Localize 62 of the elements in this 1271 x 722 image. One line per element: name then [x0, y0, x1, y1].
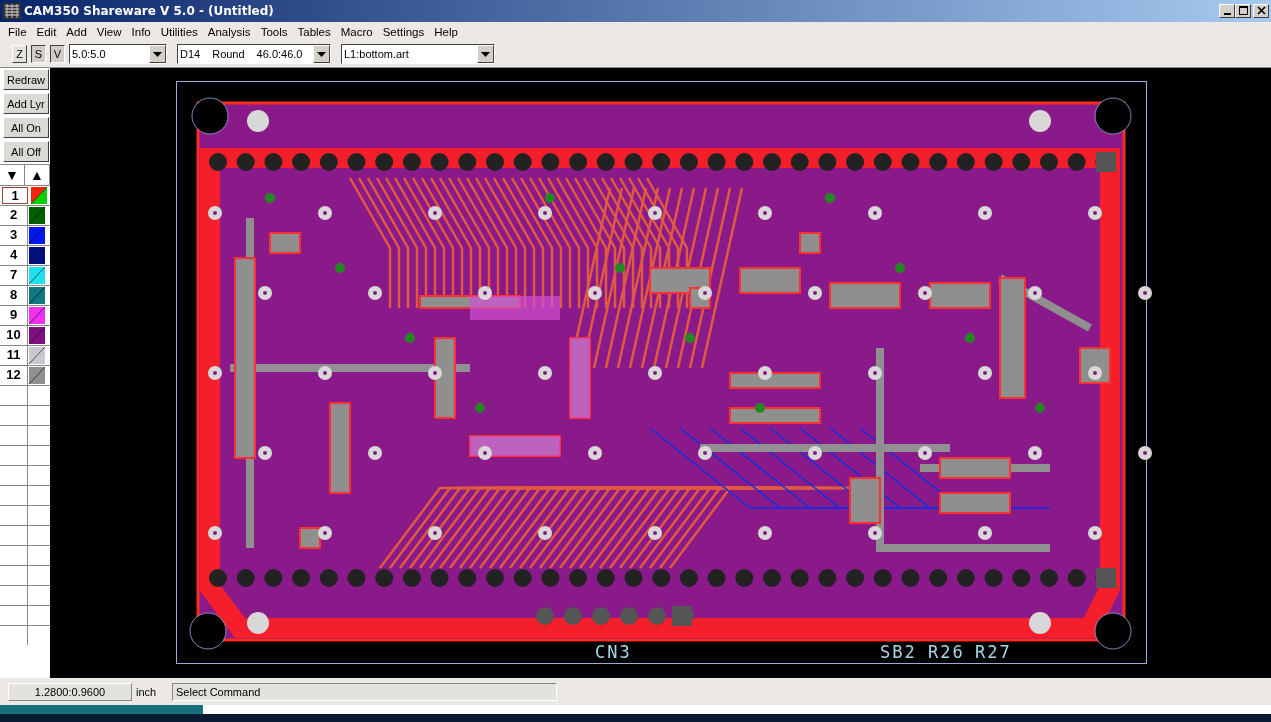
dropdown[interactable]: L1:bottom.art — [341, 44, 495, 65]
window-title: CAM350 Shareware V 5.0 - (Untitled) — [24, 3, 275, 18]
menu-item[interactable]: File — [3, 25, 32, 38]
caret-icon — [481, 51, 490, 57]
layer-number[interactable]: 9 — [0, 306, 28, 326]
toggle-button[interactable]: Z — [12, 45, 27, 64]
menu-item[interactable]: View — [91, 25, 127, 38]
menu-item[interactable]: Info — [126, 25, 156, 38]
units-label: inch — [136, 685, 158, 698]
minimize-button[interactable] — [1219, 3, 1235, 18]
menu-item[interactable]: Analysis — [202, 25, 256, 38]
layer-number[interactable]: 8 — [0, 286, 28, 306]
menu-item[interactable]: Add — [61, 25, 92, 38]
menu-item[interactable]: Settings — [377, 25, 430, 38]
menu-item[interactable]: Macro — [335, 25, 378, 38]
close-icon — [1256, 6, 1266, 16]
minimize-icon — [1223, 12, 1231, 15]
layer-number[interactable]: 2 — [0, 206, 28, 226]
menu-item[interactable]: Edit — [31, 25, 62, 38]
layer-color-swatch[interactable] — [29, 267, 45, 285]
layer-color-swatch[interactable] — [29, 287, 45, 305]
layer-number[interactable]: 11 — [0, 346, 28, 366]
side-button[interactable]: Redraw — [3, 69, 49, 91]
toggle-button[interactable]: V — [50, 45, 65, 64]
silkscreen-label: CN3 — [595, 642, 632, 663]
layer-color-swatch[interactable] — [29, 207, 45, 225]
toggle-button[interactable]: S — [31, 45, 46, 64]
pcb-canvas[interactable]: CN3 SB2 R26 R27 — [50, 68, 1271, 679]
caret-icon — [153, 51, 162, 57]
menu-item[interactable]: Help — [429, 25, 463, 38]
layer-color-swatch[interactable] — [29, 227, 45, 245]
seek-bar[interactable] — [0, 705, 1271, 722]
menu-item[interactable]: Utilities — [155, 25, 203, 38]
maximize-icon — [1238, 6, 1248, 16]
layer-color-swatch[interactable] — [29, 327, 45, 345]
layer-color-swatch[interactable] — [31, 187, 47, 205]
dropdown[interactable]: D14 Round 46.0:46.0 — [177, 44, 331, 65]
command-prompt: Select Command — [172, 682, 557, 701]
menu-item[interactable]: Tables — [292, 25, 336, 38]
close-button[interactable] — [1253, 3, 1269, 18]
layer-number[interactable]: 10 — [0, 326, 28, 346]
layer-color-swatch[interactable] — [29, 247, 45, 265]
side-button[interactable]: Add Lyr — [3, 93, 49, 115]
layer-number[interactable]: 7 — [0, 266, 28, 286]
layer-color-swatch[interactable] — [29, 307, 45, 325]
app-icon — [3, 2, 21, 19]
silkscreen-label: R26 — [928, 642, 965, 663]
layer-number[interactable]: 3 — [0, 226, 28, 246]
silkscreen-label: R27 — [975, 642, 1012, 663]
silkscreen-label: SB2 — [880, 642, 917, 663]
layer-number[interactable]: 4 — [0, 246, 28, 266]
side-button[interactable]: All On — [3, 117, 49, 139]
layer-color-swatch[interactable] — [29, 367, 45, 385]
layer-color-swatch[interactable] — [29, 347, 45, 365]
menu-item[interactable]: Tools — [255, 25, 293, 38]
side-button[interactable]: All Off — [3, 141, 49, 163]
layer-number[interactable]: 12 — [0, 366, 28, 386]
maximize-button[interactable] — [1235, 3, 1251, 18]
coordinates-field: 1.2800:0.9600 — [8, 682, 132, 701]
caret-icon — [317, 51, 326, 57]
dropdown[interactable]: 5.0:5.0 — [69, 44, 167, 65]
layer-number[interactable]: 1 — [2, 187, 28, 205]
